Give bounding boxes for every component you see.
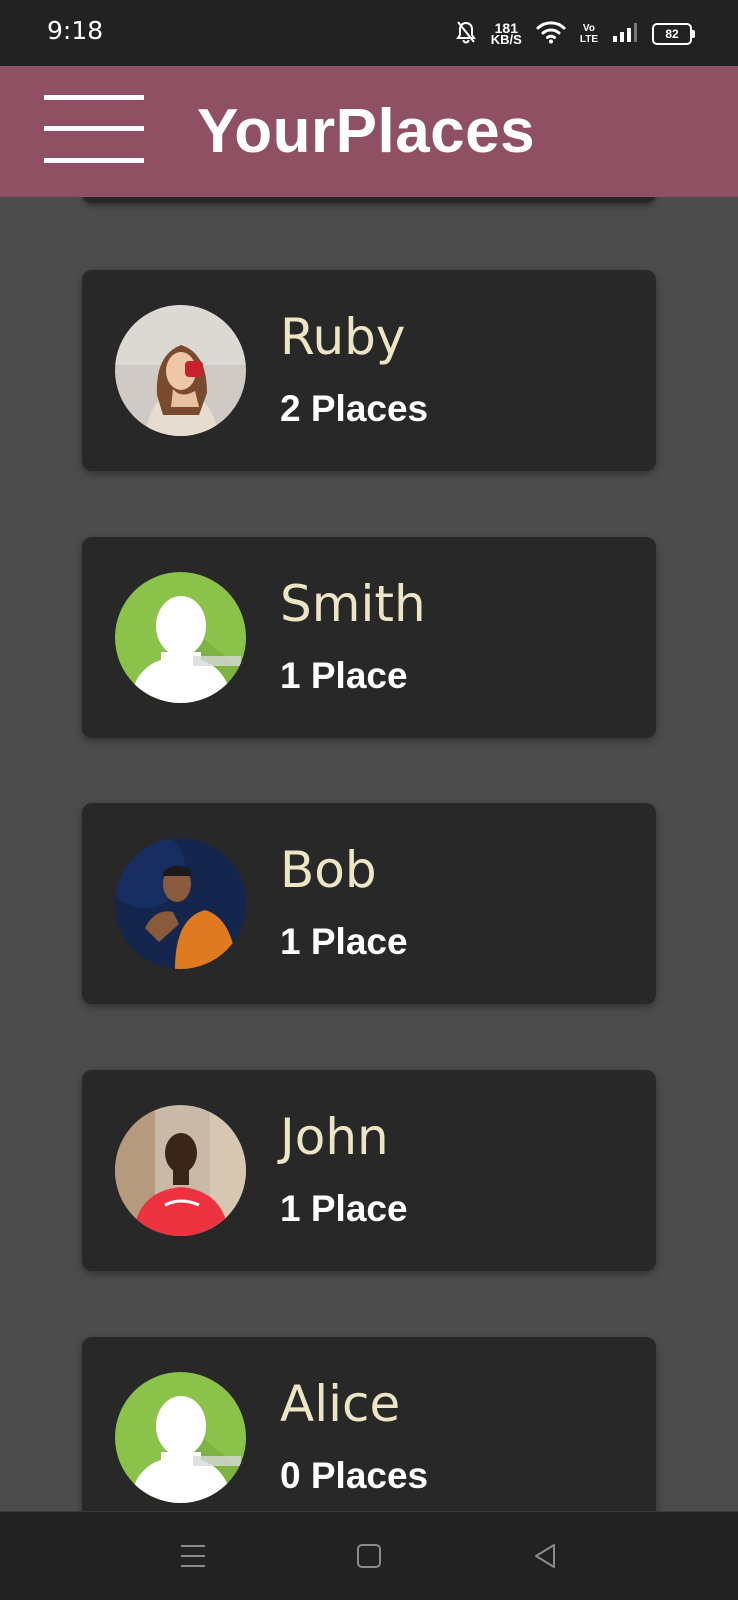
wifi-icon [536, 20, 566, 49]
user-name: Smith [280, 575, 426, 633]
user-avatar-photo-icon [115, 838, 246, 969]
volte-bottom: LTE [579, 34, 598, 45]
bell-muted-icon [455, 20, 477, 49]
volte-top: Vo [582, 23, 595, 34]
battery-icon: 82 [652, 23, 695, 45]
status-time: 9:18 [47, 16, 104, 45]
app-title: YourPlaces [197, 97, 536, 166]
app-bar: YourPlaces [0, 66, 738, 197]
user-card[interactable]: Ruby 2 Places [82, 270, 656, 471]
user-card[interactable]: Bob 1 Place [82, 803, 656, 1004]
user-card[interactable]: Alice 0 Places [82, 1337, 656, 1538]
hamburger-menu-icon[interactable] [44, 94, 144, 166]
user-card[interactable]: John 1 Place [82, 1070, 656, 1271]
user-name: Alice [280, 1375, 401, 1433]
place-count: 0 Places [280, 1455, 429, 1496]
network-speed-unit: KB/S [490, 32, 522, 47]
status-bar: 9:18 181 KB/S Vo LTE 82 [0, 0, 738, 66]
place-count: 1 Place [280, 921, 408, 962]
default-user-icon [115, 1372, 246, 1503]
back-icon[interactable] [527, 1538, 563, 1574]
signal-icon [612, 21, 638, 48]
user-name: Bob [280, 841, 377, 899]
place-count: 2 Places [280, 388, 429, 429]
user-card[interactable]: Smith 1 Place [82, 537, 656, 738]
home-icon[interactable] [351, 1538, 387, 1574]
system-nav-bar [0, 1511, 738, 1600]
screen: 9:18 181 KB/S Vo LTE 82 YourPlaces Ruby … [0, 0, 738, 1600]
place-count: 1 Place [280, 1188, 408, 1229]
volte-indicator: Vo LTE [580, 23, 598, 45]
user-name: John [280, 1108, 389, 1166]
recent-apps-icon[interactable] [175, 1538, 211, 1574]
place-count: 1 Place [280, 655, 408, 696]
status-icons: 181 KB/S Vo LTE 82 [455, 18, 695, 50]
user-name: Ruby [280, 308, 406, 366]
network-speed: 181 KB/S [490, 21, 522, 47]
default-user-icon [115, 572, 246, 703]
user-avatar-photo-icon [115, 305, 246, 436]
user-avatar-photo-icon [115, 1105, 246, 1236]
